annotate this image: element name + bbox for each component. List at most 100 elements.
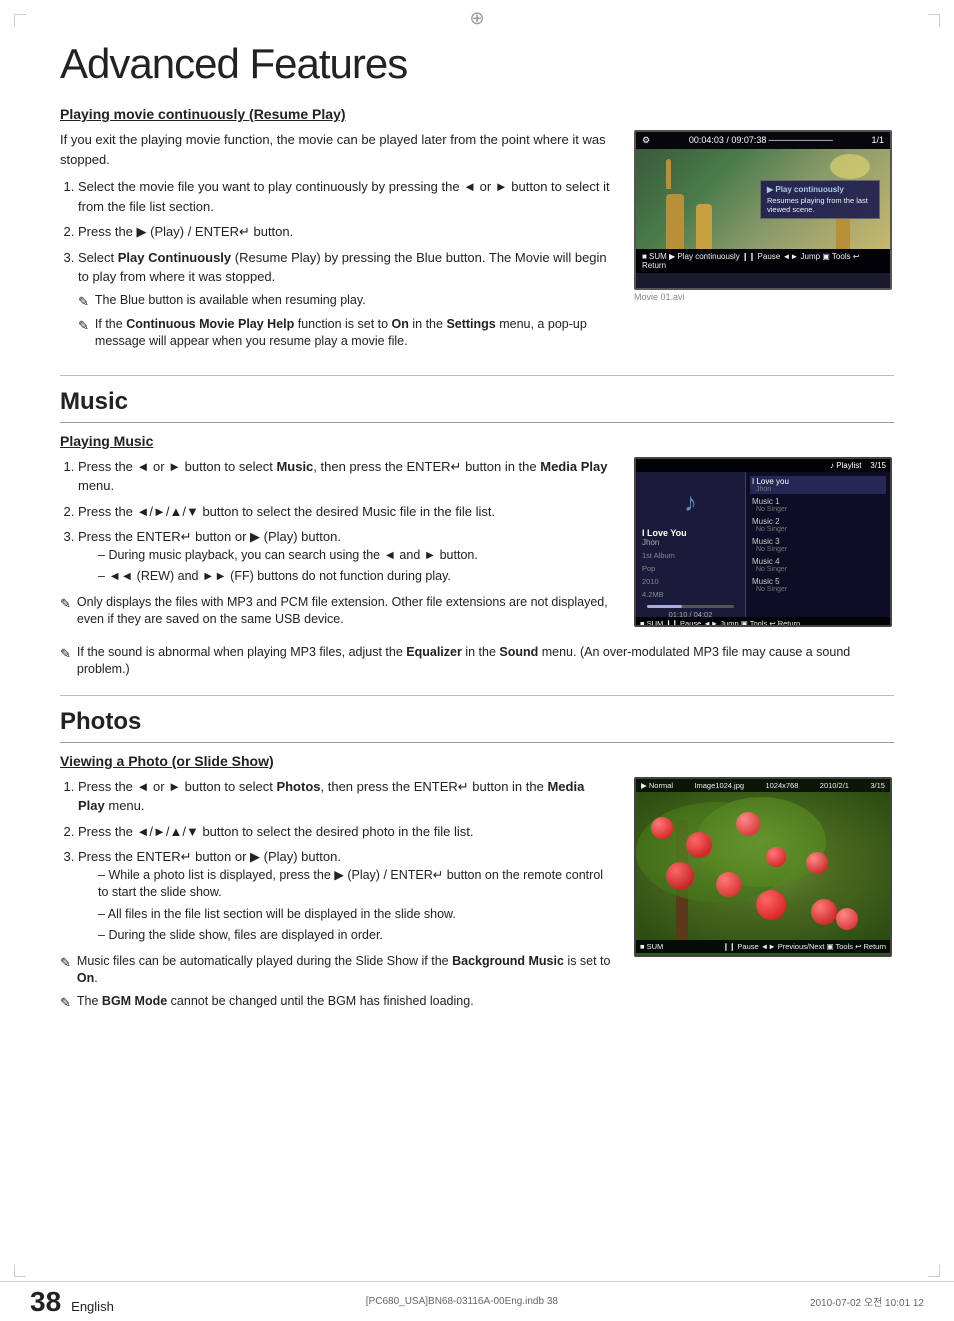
music-album: 1st Album [642,551,739,560]
movie-timecode: 00:04:03 / 09:07:38 ────────── [689,135,833,146]
movie-bottom-bar: ■ SUM ▶ Play continuously ❙❙ Pause ◄► Ju… [636,249,890,273]
music-song-title: I Love You [642,528,739,538]
photo-date: 2010/2/1 [820,781,849,790]
photo-resolution: 1024x768 [765,781,798,790]
note-pencil-icon-4: ✎ [60,645,71,663]
apple-5 [666,862,694,890]
giraffe-neck-1 [666,159,671,189]
playlist-sub-3: No Singer [752,526,884,533]
music-section: Music Playing Music Press the ◄ or ► but… [60,388,894,679]
playlist-item-6: Music 5 No Singer [750,576,886,594]
corner-mark-bl [14,1265,26,1277]
resume-play-text-col: If you exit the playing movie function, … [60,130,614,359]
page-footer: 38 English [PC680_USA]BN68-03116A-00Eng.… [0,1281,954,1321]
apple-3 [736,812,760,836]
note-pencil-icon: ✎ [78,293,89,311]
music-steps: Press the ◄ or ► button to select Music,… [78,457,614,586]
playlist-sub-5: No Singer [752,566,884,573]
note-continuous-help: ✎ If the Continuous Movie Play Help func… [78,316,614,351]
photos-content-row: Press the ◄ or ► button to select Photos… [60,777,894,1017]
dash-item: While a photo list is displayed, press t… [78,867,614,902]
music-screen: ♪ Playlist 3/15 ♪ I Love You Jhon 1st Al… [634,457,892,627]
note-blue-button: ✎ The Blue button is available when resu… [78,292,614,311]
music-bottom-bar: ■ SUM ❙❙ Pause ◄► Jump ▣ Tools ↩ Return [636,617,890,627]
music-playlist-header: ♪ Playlist 3/15 [830,461,886,470]
step-item: Press the ◄ or ► button to select Music,… [78,457,614,496]
giraffe-1 [666,194,684,249]
music-section-title: Music [60,388,894,416]
step-item: Press the ENTER↵ button or ▶ (Play) butt… [78,847,614,945]
photo-mode: ▶ Normal [641,781,673,790]
movie-content: ▶ Play continuously Resumes playing from… [636,149,890,249]
photo-filename: Image1024.jpg [694,781,744,790]
photos-note-1: ✎ Music files can be automatically playe… [60,953,614,988]
sun [830,154,870,179]
apple-2 [686,832,712,858]
playlist-sub-6: No Singer [752,586,884,593]
music-left-panel: ♪ I Love You Jhon 1st Album Pop 2010 4.2… [636,472,746,617]
movie-controls: ■ SUM ▶ Play continuously ❙❙ Pause ◄► Ju… [642,252,884,270]
giraffe-2 [696,204,712,249]
music-artist: Jhon [642,538,739,547]
playlist-item-5: Music 4 No Singer [750,556,886,574]
photo-content [636,792,890,940]
photos-note-text-2: The BGM Mode cannot be changed until the… [77,993,474,1011]
photos-section-title: Photos [60,708,894,736]
resume-play-content-row: If you exit the playing movie function, … [60,130,894,359]
apple-10 [836,908,858,930]
music-screen-inner: ♪ I Love You Jhon 1st Album Pop 2010 4.2… [636,472,890,617]
page-container: ⊕ Advanced Features Playing movie contin… [0,0,954,1321]
photo-sum: ■ SUM [640,942,663,951]
step-item: Press the ENTER↵ button or ▶ (Play) butt… [78,527,614,586]
photos-title-rule [60,742,894,743]
dash-item: ◄◄ (REW) and ►► (FF) buttons do not func… [78,568,614,586]
music-note-big-icon: ♪ [684,487,697,518]
apple-9 [811,899,837,925]
movie-screen: ⚙ 00:04:03 / 09:07:38 ────────── 1/1 [634,130,892,290]
movie-icon: ⚙ [642,135,650,146]
music-screen-col: ♪ Playlist 3/15 ♪ I Love You Jhon 1st Al… [634,457,894,634]
music-year: 2010 [642,577,739,586]
music-note-2: ✎ If the sound is abnormal when playing … [60,644,894,679]
apple-7 [806,852,828,874]
step-item: Press the ▶ (Play) / ENTER↵ button. [78,222,614,242]
note-pencil-icon-2: ✎ [78,317,89,335]
footer-left: 38 English [30,1286,114,1318]
dash-item: All files in the file list section will … [78,906,614,924]
photos-screen-col: ▶ Normal Image1024.jpg 1024x768 2010/2/1… [634,777,894,1017]
top-compass-icon: ⊕ [469,8,484,29]
apple-8 [756,890,786,920]
photos-separator [60,695,894,696]
playlist-item-3: Music 2 No Singer [750,516,886,534]
movie-popup: ▶ Play continuously Resumes playing from… [760,180,880,219]
photos-text-col: Press the ◄ or ► button to select Photos… [60,777,614,1017]
popup-title: ▶ Play continuously [767,185,873,194]
popup-text: Resumes playing from the last viewed sce… [767,196,873,214]
corner-mark-br [928,1265,940,1277]
playlist-item-1: I Love you Jhon [750,476,886,494]
photo-top-bar: ▶ Normal Image1024.jpg 1024x768 2010/2/1… [636,779,890,792]
photo-page: 3/15 [870,781,885,790]
note-text: The Blue button is available when resumi… [95,292,366,310]
note-pencil-icon-3: ✎ [60,595,71,613]
photos-note-2: ✎ The BGM Mode cannot be changed until t… [60,993,614,1012]
apple-4 [766,847,786,867]
step-item: Press the ◄ or ► button to select Photos… [78,777,614,816]
playlist-item-2: Music 1 No Singer [750,496,886,514]
movie-top-bar: ⚙ 00:04:03 / 09:07:38 ────────── 1/1 [636,132,890,149]
music-progress-fill [647,605,682,608]
photo-screen: ▶ Normal Image1024.jpg 1024x768 2010/2/1… [634,777,892,957]
playlist-item-4: Music 3 No Singer [750,536,886,554]
tree-leaves-2 [696,797,826,887]
music-title-rule [60,422,894,423]
music-right-panel: I Love you Jhon Music 1 No Singer Music … [746,472,890,617]
resume-play-intro: If you exit the playing movie function, … [60,130,614,169]
music-size: 4.2MB [642,590,739,599]
music-time: 01:10 / 04:02 [642,610,739,619]
step-item: Press the ◄/►/▲/▼ button to select the d… [78,822,614,842]
step-item: Select Play Continuously (Resume Play) b… [78,248,614,351]
music-note-1: ✎ Only displays the files with MP3 and P… [60,594,614,629]
resume-play-steps: Select the movie file you want to play c… [78,177,614,351]
resume-play-heading: Playing movie continuously (Resume Play) [60,106,894,122]
page-title: Advanced Features [60,40,894,88]
